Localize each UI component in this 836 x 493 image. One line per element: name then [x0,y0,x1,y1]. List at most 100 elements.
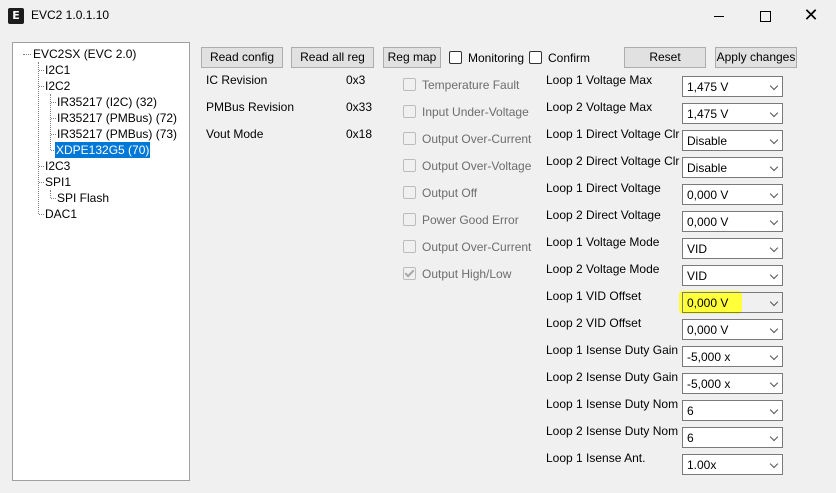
maximize-button[interactable] [742,0,788,31]
loop2-voltage-max-select[interactable]: 1,475 V [682,103,783,124]
flag-output-over-voltage: Output Over-Voltage [403,158,531,174]
flag-label: Output Over-Voltage [422,159,532,173]
close-button[interactable]: ✕ [788,0,834,31]
pmbus-revision-value: 0x33 [346,100,373,114]
tree-line [38,62,39,214]
loop1-vid-offset-select[interactable]: 0,000 V [682,292,783,313]
flag-label: Temperature Fault [422,78,520,92]
read-all-reg-button[interactable]: Read all reg [291,47,374,68]
select-value: 0,000 V [687,188,729,202]
param-label: Loop 1 Isense Duty Nom [546,397,679,411]
checkbox-box [403,267,416,280]
param-label: Loop 2 Voltage Mode [546,262,660,276]
device-tree[interactable]: EVC2SX (EVC 2.0) I2C1 I2C2 IR35217 (I2C)… [12,42,190,481]
pmbus-revision-label: PMBus Revision [206,100,295,114]
param-label: Loop 1 Direct Voltage Clr [546,127,680,141]
reset-button[interactable]: Reset [624,47,706,68]
app-icon: E [8,8,24,24]
select-value: 1.00x [687,458,717,472]
chevron-down-icon [769,81,779,91]
select-value: 0,000 V [687,296,729,310]
chevron-down-icon [769,135,779,145]
reg-map-button[interactable]: Reg map [383,47,441,68]
confirm-checkbox[interactable]: Confirm [529,50,590,66]
tree-node-i2c2[interactable]: I2C2 [44,78,71,94]
param-label: Loop 2 Isense Duty Gain [546,370,679,384]
chevron-down-icon [769,108,779,118]
loop2-isense-duty-gain-select[interactable]: -5,000 x [682,373,783,394]
tree-line [50,190,51,198]
chevron-down-icon [769,243,779,253]
checkbox-box[interactable] [529,51,542,64]
tree-node-spi1[interactable]: SPI1 [44,174,72,190]
chevron-down-icon [769,162,779,172]
tree-node-xdpe132g5[interactable]: XDPE132G5 (70) [53,141,152,159]
param-label: Loop 1 Voltage Mode [546,235,660,249]
param-label: Loop 1 Isense Duty Gain [546,343,679,357]
loop2-direct-voltage-select[interactable]: 0,000 V [682,211,783,232]
select-value: -5,000 x [687,350,731,364]
loop2-isense-duty-nom-select[interactable]: 6 [682,427,783,448]
flag-output-high-low: Output High/Low [403,266,511,282]
param-label: Loop 1 Voltage Max [546,73,653,87]
flag-label: Output Off [422,186,478,200]
select-value: VID [687,242,708,256]
param-label: Loop 1 VID Offset [546,289,642,303]
checkbox-box [403,78,416,91]
chevron-down-icon [769,324,779,334]
monitoring-checkbox[interactable]: Monitoring [449,50,524,66]
flag-temperature-fault: Temperature Fault [403,77,519,93]
select-value: 0,000 V [687,323,729,337]
flag-output-off: Output Off [403,185,477,201]
param-label: Loop 2 Voltage Max [546,100,653,114]
select-value: 6 [687,404,694,418]
apply-changes-button[interactable]: Apply changes [715,47,797,68]
tree-node-i2c1[interactable]: I2C1 [44,62,71,78]
tree-node-dac1[interactable]: DAC1 [44,206,78,222]
loop2-direct-voltage-clr-select[interactable]: Disable [682,157,783,178]
select-value: Disable [687,161,728,175]
checkbox-box [403,213,416,226]
tree-node-ir35217-pmbus-72[interactable]: IR35217 (PMBus) (72) [56,110,178,126]
select-value: -5,000 x [687,377,731,391]
checkbox-box[interactable] [449,51,462,64]
minimize-button[interactable] [696,0,742,31]
param-label: Loop 2 Direct Voltage Clr [546,154,680,168]
tree-node-i2c3[interactable]: I2C3 [44,158,71,174]
ic-revision-label: IC Revision [206,73,268,87]
read-config-button[interactable]: Read config [201,47,283,68]
select-value: VID [687,269,708,283]
minimize-icon [714,15,724,17]
select-value: 6 [687,431,694,445]
confirm-label: Confirm [548,51,591,65]
loop1-isense-duty-nom-select[interactable]: 6 [682,400,783,421]
loop1-direct-voltage-clr-select[interactable]: Disable [682,130,783,151]
checkbox-box [403,159,416,172]
loop1-voltage-mode-select[interactable]: VID [682,238,783,259]
tree-node-ir35217-pmbus-73[interactable]: IR35217 (PMBus) (73) [56,126,178,142]
param-label: Loop 1 Isense Ant. [546,451,646,465]
loop1-direct-voltage-select[interactable]: 0,000 V [682,184,783,205]
loop1-voltage-max-select[interactable]: 1,475 V [682,76,783,97]
loop1-isense-duty-gain-select[interactable]: -5,000 x [682,346,783,367]
close-icon: ✕ [803,5,819,25]
flag-output-over-current-2: Output Over-Current [403,239,531,255]
chevron-down-icon [769,405,779,415]
select-value: 1,475 V [687,80,729,94]
select-value: 0,000 V [687,215,729,229]
param-label: Loop 2 Isense Duty Nom [546,424,679,438]
title-bar: E EVC2 1.0.1.10 ✕ [0,0,836,31]
chevron-down-icon [769,459,779,469]
loop2-voltage-mode-select[interactable]: VID [682,265,783,286]
tree-node-spi-flash[interactable]: SPI Flash [56,190,110,206]
loop1-isense-ant-select[interactable]: 1.00x [682,454,783,475]
tree-line [23,54,31,55]
flag-input-under-voltage: Input Under-Voltage [403,104,529,120]
chevron-down-icon [769,297,779,307]
tree-node-ir35217-i2c[interactable]: IR35217 (I2C) (32) [56,94,158,110]
flag-label: Output Over-Current [422,240,532,254]
select-value: Disable [687,134,728,148]
loop2-vid-offset-select[interactable]: 0,000 V [682,319,783,340]
tree-node-root[interactable]: EVC2SX (EVC 2.0) [32,46,137,62]
vout-mode-label: Vout Mode [206,127,264,141]
